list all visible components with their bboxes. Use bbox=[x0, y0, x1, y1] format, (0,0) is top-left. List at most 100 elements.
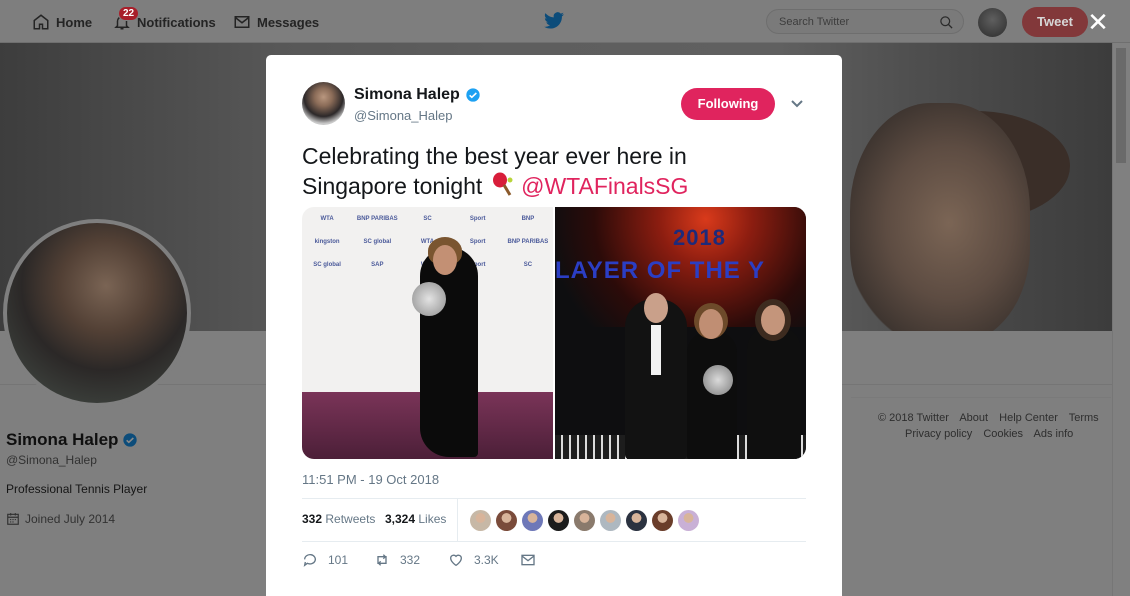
close-icon[interactable]: ✕ bbox=[1087, 9, 1109, 35]
banner-photo-face bbox=[850, 103, 1030, 343]
profile-joined: Joined July 2014 bbox=[6, 512, 115, 526]
reply-icon bbox=[303, 554, 316, 567]
liker-avatar[interactable] bbox=[600, 509, 621, 531]
nav-messages[interactable]: Messages bbox=[233, 13, 319, 31]
retweet-button[interactable]: 332 bbox=[374, 552, 420, 568]
search-input[interactable]: Search Twitter bbox=[766, 9, 964, 34]
sponsor-logo: SAP bbox=[371, 261, 384, 268]
sponsor-logo: BNP bbox=[521, 215, 535, 222]
trophy bbox=[412, 282, 446, 316]
tweet-timestamp[interactable]: 11:51 PM - 19 Oct 2018 bbox=[302, 472, 439, 487]
liker-avatar[interactable] bbox=[652, 509, 673, 531]
home-icon bbox=[33, 14, 49, 30]
photo-man-head bbox=[644, 293, 668, 323]
heart-icon bbox=[449, 554, 463, 567]
verified-badge-icon bbox=[123, 433, 138, 447]
trophy bbox=[703, 365, 733, 395]
nav-messages-label: Messages bbox=[257, 14, 320, 30]
tweet-modal: Simona Halep @Simona_Halep Following Cel… bbox=[266, 55, 842, 596]
sponsor-logo: BNP PARIBAS bbox=[356, 215, 398, 222]
retweets-stat[interactable]: 332 Retweets bbox=[302, 512, 375, 526]
reply-button[interactable]: 101 bbox=[302, 552, 348, 568]
likes-stat[interactable]: 3,324 Likes bbox=[385, 512, 446, 526]
sponsor-logo: SC bbox=[423, 215, 432, 222]
top-navigation: Home Notifications 22 Messages Search Tw… bbox=[0, 0, 1130, 43]
envelope-icon bbox=[234, 16, 250, 28]
sponsor-logo: SC bbox=[523, 261, 533, 268]
tweet-media[interactable]: WTA BNP PARIBAS SC Sport BNP kingston SC… bbox=[302, 207, 806, 459]
account-avatar[interactable] bbox=[978, 8, 1007, 37]
retweet-icon bbox=[377, 554, 387, 566]
liker-avatar[interactable] bbox=[626, 509, 647, 531]
notifications-badge: 22 bbox=[118, 6, 140, 21]
profile-avatar[interactable] bbox=[3, 219, 191, 407]
tweet-author-name-text[interactable]: Simona Halep bbox=[354, 86, 460, 104]
profile-name-text: Simona Halep bbox=[6, 430, 119, 449]
profile-name: Simona Halep bbox=[6, 430, 138, 450]
tennis-racket-icon bbox=[492, 172, 513, 196]
sponsor-logo: Sport bbox=[469, 215, 486, 222]
footer-links: © 2018 Twitter About Help Center Terms P… bbox=[878, 410, 1108, 442]
envelope-icon bbox=[521, 554, 535, 566]
footer-help-link[interactable]: Help Center bbox=[999, 412, 1058, 424]
tweet-author-handle[interactable]: @Simona_Halep bbox=[354, 108, 452, 123]
search-icon bbox=[940, 16, 953, 29]
liker-avatar[interactable] bbox=[496, 509, 517, 531]
compose-tweet-button[interactable]: Tweet bbox=[1022, 7, 1088, 37]
footer-cookies-link[interactable]: Cookies bbox=[983, 428, 1023, 440]
likes-label: Likes bbox=[418, 512, 447, 526]
nav-home-label: Home bbox=[56, 14, 93, 30]
likes-count: 3,324 bbox=[385, 512, 416, 526]
sponsor-logo: BNP PARIBAS bbox=[507, 238, 549, 245]
footer-about-link[interactable]: About bbox=[959, 412, 988, 424]
liker-avatar[interactable] bbox=[470, 509, 491, 531]
photo-woman2-head bbox=[761, 305, 785, 335]
reply-count: 101 bbox=[328, 553, 349, 567]
profile-handle: @Simona_Halep bbox=[6, 453, 97, 467]
nav-notifications-label: Notifications bbox=[137, 14, 216, 30]
following-button[interactable]: Following bbox=[681, 88, 775, 120]
photo-banner-text: LAYER OF THE Y bbox=[555, 257, 766, 284]
sponsor-logo: WTA bbox=[320, 215, 334, 222]
search-placeholder: Search Twitter bbox=[779, 16, 850, 28]
photo-woman2-dress bbox=[747, 327, 801, 459]
photo-year-text: 2018 bbox=[673, 225, 726, 250]
chevron-down-icon[interactable] bbox=[790, 99, 804, 109]
photo-woman-dress bbox=[687, 332, 737, 459]
liker-avatar[interactable] bbox=[548, 509, 569, 531]
tweet-text-line2: Singapore tonight bbox=[302, 173, 483, 199]
retweets-count: 332 bbox=[302, 512, 323, 526]
footer-terms-link[interactable]: Terms bbox=[1069, 412, 1099, 424]
sponsor-logo: SC global bbox=[363, 238, 392, 245]
like-button[interactable]: 3.3K bbox=[448, 552, 499, 568]
profile-joined-text: Joined July 2014 bbox=[25, 512, 116, 526]
photo-man-suit bbox=[625, 299, 687, 459]
direct-message-button[interactable] bbox=[520, 552, 536, 568]
footer-ads-link[interactable]: Ads info bbox=[1034, 428, 1074, 440]
sponsor-logo: SC global bbox=[313, 261, 341, 268]
mention-link[interactable]: @WTAFinalsSG bbox=[521, 173, 688, 199]
tweet-photo-2[interactable]: 2018 LAYER OF THE Y bbox=[555, 207, 806, 459]
footer-privacy-link[interactable]: Privacy policy bbox=[905, 428, 972, 440]
profile-bio: Professional Tennis Player bbox=[6, 482, 148, 496]
tweet-photo-1[interactable]: WTA BNP PARIBAS SC Sport BNP kingston SC… bbox=[302, 207, 553, 459]
photo-person-dress bbox=[420, 247, 478, 457]
nav-home[interactable]: Home bbox=[32, 13, 92, 31]
like-count: 3.3K bbox=[474, 553, 499, 567]
sponsor-logo: kingston bbox=[314, 238, 340, 245]
tweet-author-avatar[interactable] bbox=[302, 82, 345, 125]
retweets-label: Retweets bbox=[325, 512, 376, 526]
scrollbar-thumb[interactable] bbox=[1116, 48, 1126, 163]
liker-avatar[interactable] bbox=[522, 509, 543, 531]
tweet-text: Celebrating the best year ever here in S… bbox=[302, 141, 802, 201]
tweet-author-name[interactable]: Simona Halep bbox=[354, 86, 481, 104]
liker-avatar[interactable] bbox=[678, 509, 699, 531]
tweet-text-line1: Celebrating the best year ever here in bbox=[302, 143, 687, 169]
photo-person-head bbox=[433, 245, 457, 275]
twitter-bird-icon[interactable] bbox=[543, 12, 565, 30]
tweet-actions: 101 332 3.3K bbox=[302, 552, 806, 572]
liker-avatar[interactable] bbox=[574, 509, 595, 531]
tweet-stats: 332 Retweets 3,324 Likes bbox=[302, 498, 806, 542]
photo-man-shirt bbox=[651, 325, 661, 375]
calendar-icon bbox=[7, 513, 19, 525]
